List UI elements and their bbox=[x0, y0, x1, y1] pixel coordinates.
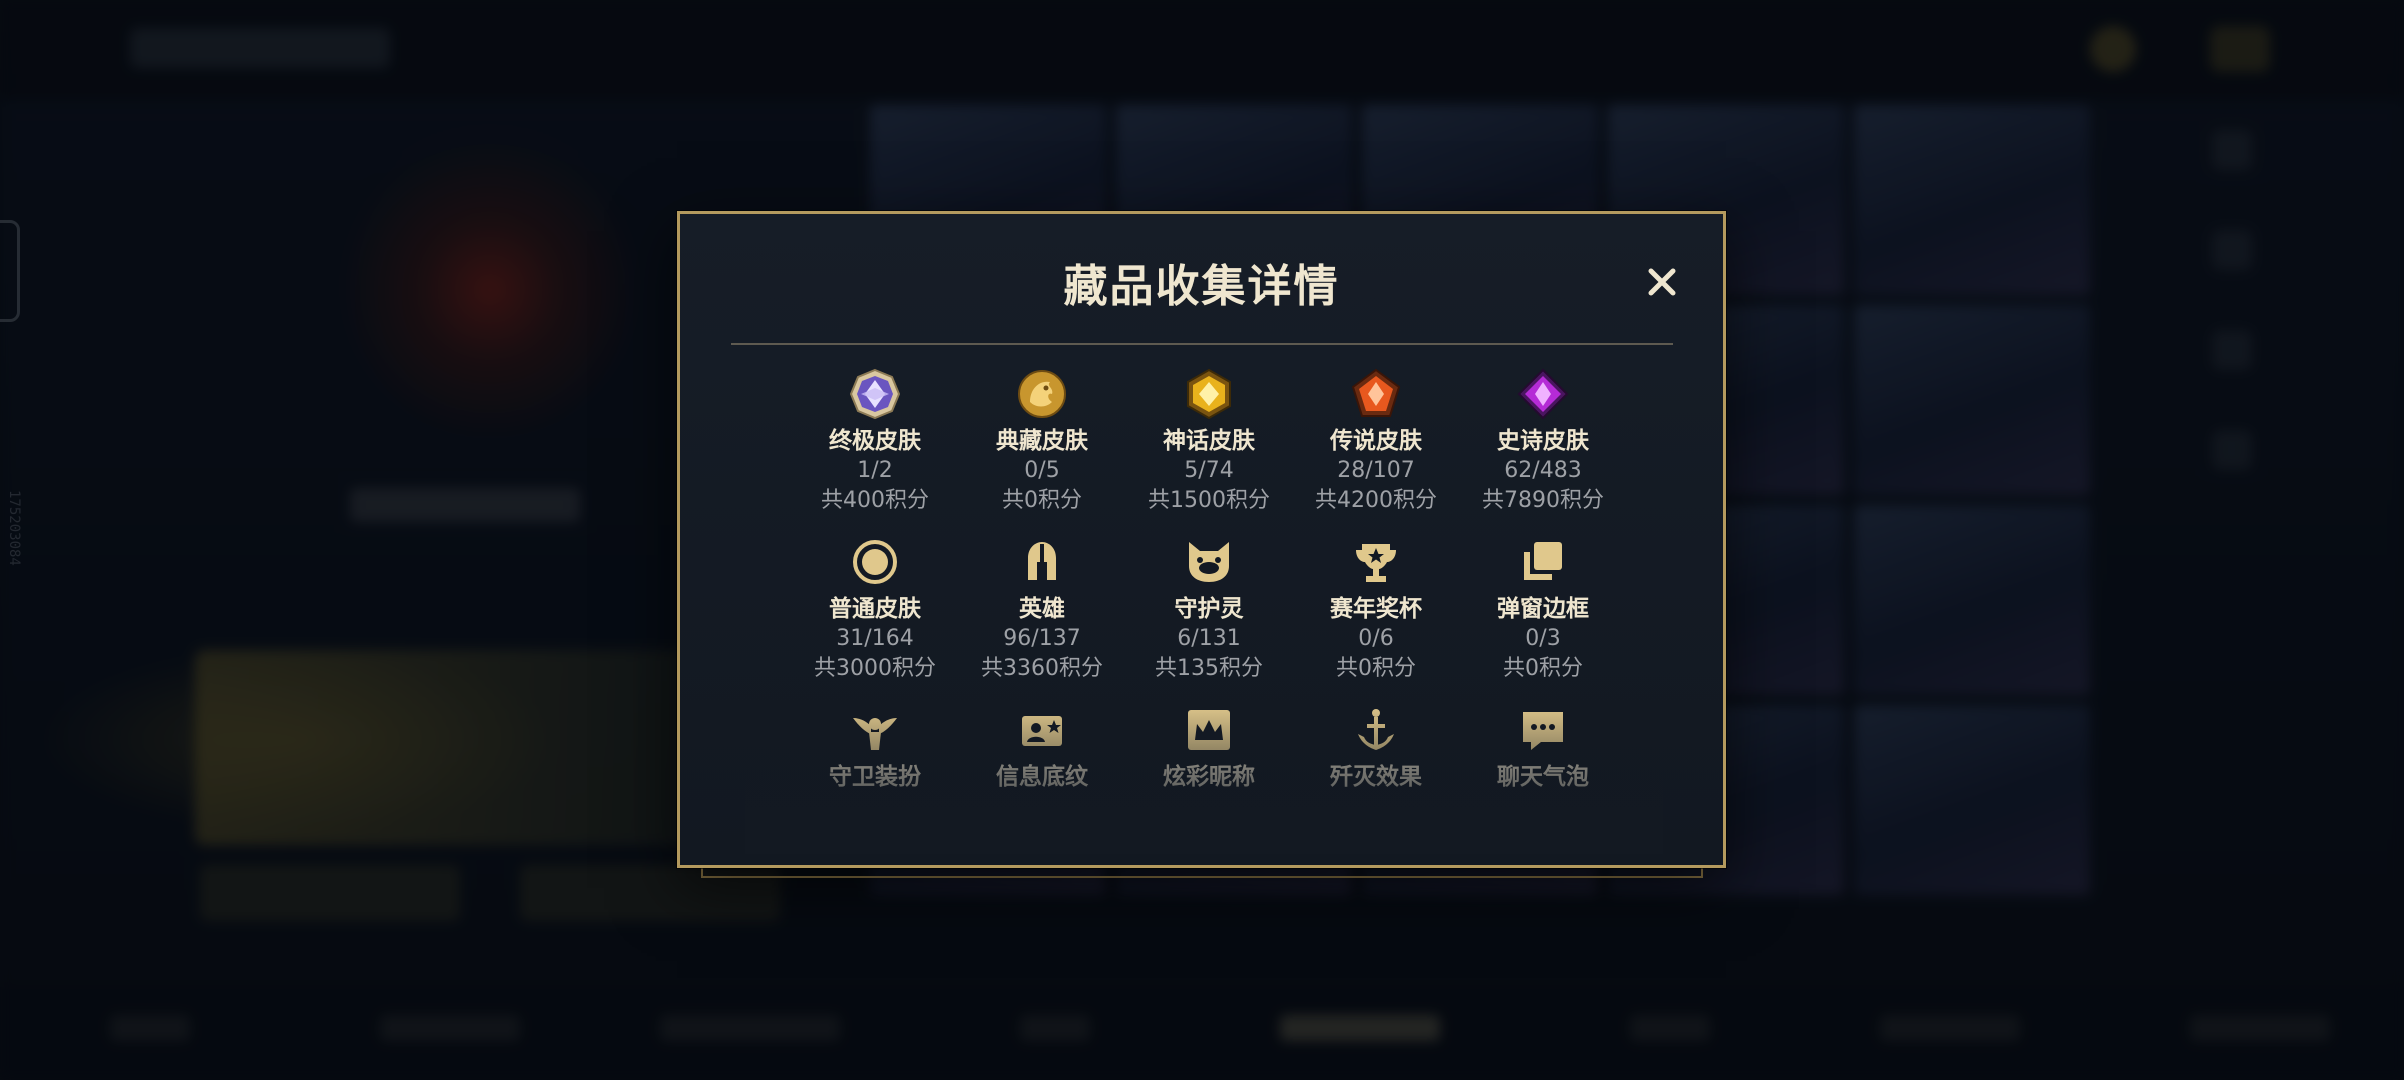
item-name: 歼灭效果 bbox=[1330, 764, 1422, 790]
item-name: 弹窗边框 bbox=[1497, 596, 1589, 622]
item-name: 终极皮肤 bbox=[829, 428, 921, 454]
collection-item[interactable]: 信息底纹 bbox=[959, 700, 1126, 854]
item-name: 炫彩昵称 bbox=[1163, 764, 1255, 790]
collection-item[interactable]: 史诗皮肤 62/483 共7890积分 bbox=[1460, 364, 1627, 532]
nickname-crown-icon bbox=[1181, 702, 1237, 758]
dialog-title: 藏品收集详情 bbox=[1063, 261, 1340, 312]
item-name: 史诗皮肤 bbox=[1497, 428, 1589, 454]
item-count: 28/107 bbox=[1337, 458, 1415, 483]
item-points: 共7890积分 bbox=[1482, 488, 1604, 513]
champion-helmet-icon bbox=[1014, 534, 1070, 590]
collection-item[interactable]: 歼灭效果 bbox=[1293, 700, 1460, 854]
title-divider bbox=[731, 343, 1673, 345]
item-count: 6/131 bbox=[1177, 626, 1241, 651]
item-points: 共0积分 bbox=[1336, 656, 1416, 681]
item-name: 英雄 bbox=[1019, 596, 1065, 622]
collection-item[interactable]: 守卫装扮 bbox=[792, 700, 959, 854]
collection-item[interactable]: 终极皮肤 1/2 共400积分 bbox=[792, 364, 959, 532]
collection-item[interactable]: 守护灵 6/131 共135积分 bbox=[1126, 532, 1293, 700]
item-points: 共0积分 bbox=[1002, 488, 1082, 513]
guardian-spirit-icon bbox=[1181, 534, 1237, 590]
ultimate-skin-icon bbox=[847, 366, 903, 422]
info-card-icon bbox=[1014, 702, 1070, 758]
guardian-outfit-icon bbox=[847, 702, 903, 758]
item-name: 神话皮肤 bbox=[1163, 428, 1255, 454]
collection-item[interactable]: 典藏皮肤 0/5 共0积分 bbox=[959, 364, 1126, 532]
item-name: 信息底纹 bbox=[996, 764, 1088, 790]
close-button[interactable] bbox=[1638, 258, 1686, 306]
collection-item[interactable]: 聊天气泡 bbox=[1460, 700, 1627, 854]
item-points: 共1500积分 bbox=[1148, 488, 1270, 513]
item-points: 共400积分 bbox=[821, 488, 929, 513]
item-points: 共4200积分 bbox=[1315, 488, 1437, 513]
item-count: 1/2 bbox=[857, 458, 893, 483]
collection-item[interactable]: 弹窗边框 0/3 共0积分 bbox=[1460, 532, 1627, 700]
item-count: 0/5 bbox=[1024, 458, 1060, 483]
item-count: 31/164 bbox=[836, 626, 914, 651]
item-name: 赛年奖杯 bbox=[1330, 596, 1422, 622]
item-name: 守护灵 bbox=[1174, 596, 1244, 622]
popup-frame-icon bbox=[1515, 534, 1571, 590]
collection-item[interactable]: 普通皮肤 31/164 共3000积分 bbox=[792, 532, 959, 700]
collection-grid[interactable]: 终极皮肤 1/2 共400积分 典藏皮肤 0/5 共0积分 神话皮肤 5/74 … bbox=[745, 364, 1663, 854]
annihilation-effect-icon bbox=[1348, 702, 1404, 758]
item-name: 传说皮肤 bbox=[1330, 428, 1422, 454]
close-icon bbox=[1648, 268, 1676, 296]
item-points: 共0积分 bbox=[1503, 656, 1583, 681]
collection-item[interactable]: 赛年奖杯 0/6 共0积分 bbox=[1293, 532, 1460, 700]
mythic-skin-icon bbox=[1181, 366, 1237, 422]
collection-details-dialog: 藏品收集详情 终极皮肤 1/2 共400积分 典藏皮肤 0/5 共0积分 神话皮… bbox=[677, 211, 1726, 868]
legendary-skin-icon bbox=[1348, 366, 1404, 422]
item-points: 共135积分 bbox=[1155, 656, 1263, 681]
item-name: 聊天气泡 bbox=[1497, 764, 1589, 790]
item-name: 典藏皮肤 bbox=[996, 428, 1088, 454]
item-count: 62/483 bbox=[1504, 458, 1582, 483]
collection-item[interactable]: 炫彩昵称 bbox=[1126, 700, 1293, 854]
item-points: 共3000积分 bbox=[814, 656, 936, 681]
collection-item[interactable]: 神话皮肤 5/74 共1500积分 bbox=[1126, 364, 1293, 532]
collector-skin-icon bbox=[1014, 366, 1070, 422]
item-name: 普通皮肤 bbox=[829, 596, 921, 622]
modal-underline bbox=[701, 868, 1703, 878]
epic-skin-icon bbox=[1515, 366, 1571, 422]
collection-item[interactable]: 英雄 96/137 共3360积分 bbox=[959, 532, 1126, 700]
item-count: 96/137 bbox=[1003, 626, 1081, 651]
normal-skin-icon bbox=[847, 534, 903, 590]
item-count: 0/6 bbox=[1358, 626, 1394, 651]
collection-item[interactable]: 传说皮肤 28/107 共4200积分 bbox=[1293, 364, 1460, 532]
item-name: 守卫装扮 bbox=[829, 764, 921, 790]
item-count: 0/3 bbox=[1525, 626, 1561, 651]
item-points: 共3360积分 bbox=[981, 656, 1103, 681]
chat-bubble-icon bbox=[1515, 702, 1571, 758]
item-count: 5/74 bbox=[1184, 458, 1234, 483]
season-trophy-icon bbox=[1348, 534, 1404, 590]
